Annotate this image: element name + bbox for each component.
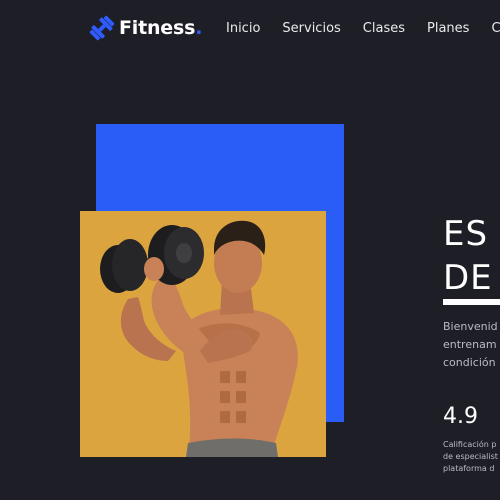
athlete-illustration [80,211,326,457]
rating-caption-line-1: Calificación p [443,440,497,449]
main-menu: Inicio Servicios Clases Planes Co [226,21,500,36]
rating-caption-line-2: de especialist [443,452,498,461]
brand-name: Fitness [119,17,196,39]
hero-description-line-3: condición [443,356,496,369]
nav-link-contacto[interactable]: Co [491,21,500,36]
title-underline [443,299,500,305]
top-navigation: Fitness. Inicio Servicios Clases Planes … [0,0,500,60]
hero-description: Bienvenid entrenam condición [443,318,498,372]
hero-title: ES DE [443,212,493,300]
brand-logo[interactable]: Fitness. [88,14,202,42]
hero-description-line-2: entrenam [443,338,497,351]
nav-link-servicios[interactable]: Servicios [282,21,340,36]
rating-value: 4.9 [443,404,478,429]
brand-dot: . [195,17,203,39]
rating-caption: Calificación p de especialist plataforma… [443,439,498,475]
hero-title-line-2: DE [443,258,493,298]
hero-description-line-1: Bienvenid [443,320,498,333]
nav-link-inicio[interactable]: Inicio [226,21,260,36]
rating-caption-line-3: plataforma d [443,464,495,473]
hero-athlete-photo [80,211,326,457]
hero-title-line-1: ES [443,214,489,254]
nav-link-clases[interactable]: Clases [363,21,405,36]
dumbbell-icon [89,15,115,41]
nav-link-planes[interactable]: Planes [427,21,469,36]
